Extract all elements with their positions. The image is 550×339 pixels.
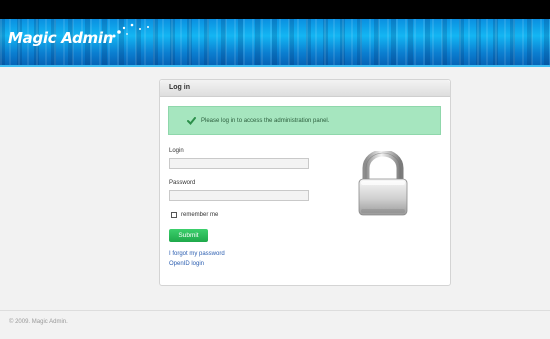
login-field[interactable]: [169, 158, 309, 169]
footer-copyright: © 2009. Magic Admin.: [9, 319, 68, 325]
notice-text: Please log in to access the administrati…: [201, 118, 330, 124]
info-notice: Please log in to access the administrati…: [168, 106, 441, 135]
panel-title: Log in: [160, 80, 450, 97]
checkmark-icon: [187, 117, 196, 125]
sparkles-icon: [112, 23, 149, 38]
footer-divider: [0, 310, 550, 311]
password-field[interactable]: [169, 190, 309, 201]
password-label: Password: [169, 180, 196, 186]
logo[interactable]: Magic Admin: [8, 29, 113, 47]
remember-label: remember me: [181, 212, 219, 218]
openid-login-link[interactable]: OpenID login: [169, 261, 204, 267]
login-label: Login: [169, 148, 184, 154]
padlock-icon: [358, 151, 408, 216]
submit-button[interactable]: Submit: [169, 229, 208, 242]
top-bar: [0, 0, 550, 19]
remember-checkbox[interactable]: [171, 212, 177, 218]
forgot-password-link[interactable]: I forgot my password: [169, 251, 225, 257]
login-panel: Log in Please log in to access the admin…: [159, 79, 451, 286]
